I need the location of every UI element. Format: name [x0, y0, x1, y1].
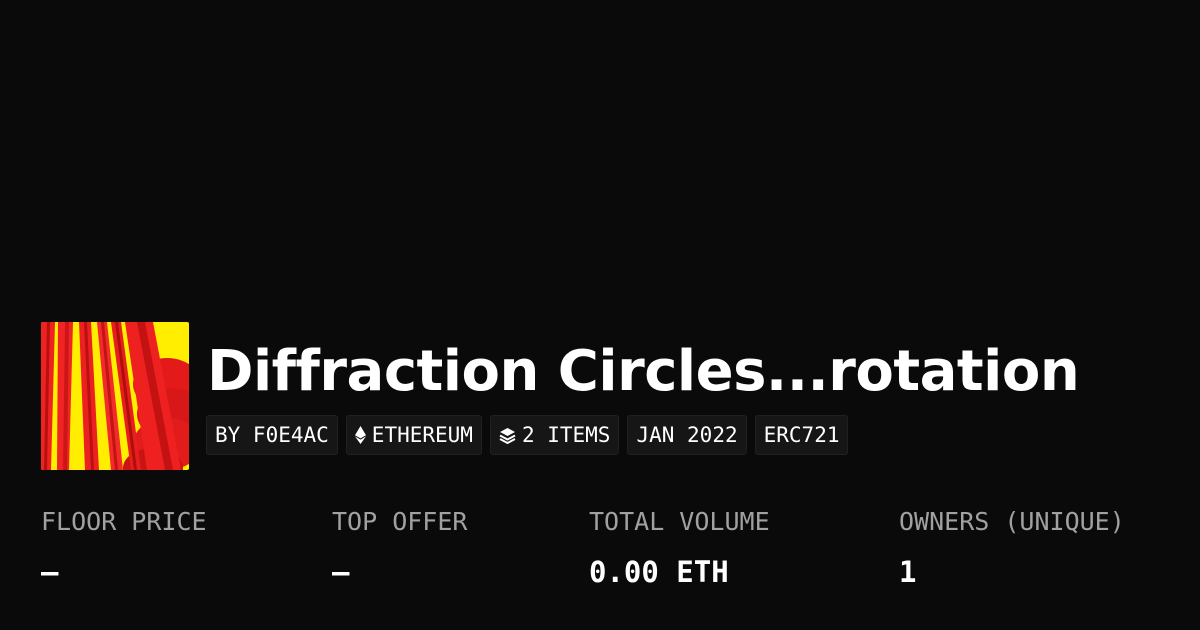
top-offer-value: –	[332, 555, 350, 589]
total-volume-stat: TOTAL VOLUME 0.00 ETH	[589, 504, 770, 590]
date-tag: JAN 2022	[627, 415, 747, 455]
items-tag-label: 2 ITEMS	[521, 423, 611, 447]
standard-tag: ERC721	[754, 415, 849, 455]
chain-tag: ETHEREUM	[345, 415, 482, 455]
floor-price-value: –	[41, 555, 59, 589]
standard-tag-label: ERC721	[763, 423, 840, 447]
date-tag-label: JAN 2022	[636, 423, 738, 447]
owners-label: OWNERS (UNIQUE)	[899, 507, 1125, 536]
total-volume-value: 0.00 ETH	[589, 555, 729, 589]
owners-value: 1	[899, 555, 917, 589]
collection-title: Diffraction Circles...rotation	[207, 339, 1080, 404]
chain-tag-label: ETHEREUM	[371, 423, 473, 447]
creator-tag-label: BY F0E4AC	[215, 423, 329, 447]
collection-tags: BY F0E4AC ETHEREUM 2 ITEMS JAN 2022 ERC7…	[206, 415, 849, 455]
floor-price-stat: FLOOR PRICE –	[41, 504, 207, 590]
layers-icon	[499, 427, 516, 444]
ethereum-icon	[354, 426, 366, 444]
floor-price-label: FLOOR PRICE	[41, 507, 207, 536]
total-volume-label: TOTAL VOLUME	[589, 507, 770, 536]
creator-tag[interactable]: BY F0E4AC	[206, 415, 338, 455]
top-offer-stat: TOP OFFER –	[332, 504, 467, 590]
items-tag: 2 ITEMS	[489, 415, 620, 455]
top-offer-label: TOP OFFER	[332, 507, 468, 536]
artwork-image	[41, 322, 189, 470]
owners-stat: OWNERS (UNIQUE) 1	[899, 504, 1125, 590]
collection-thumbnail	[41, 322, 189, 470]
